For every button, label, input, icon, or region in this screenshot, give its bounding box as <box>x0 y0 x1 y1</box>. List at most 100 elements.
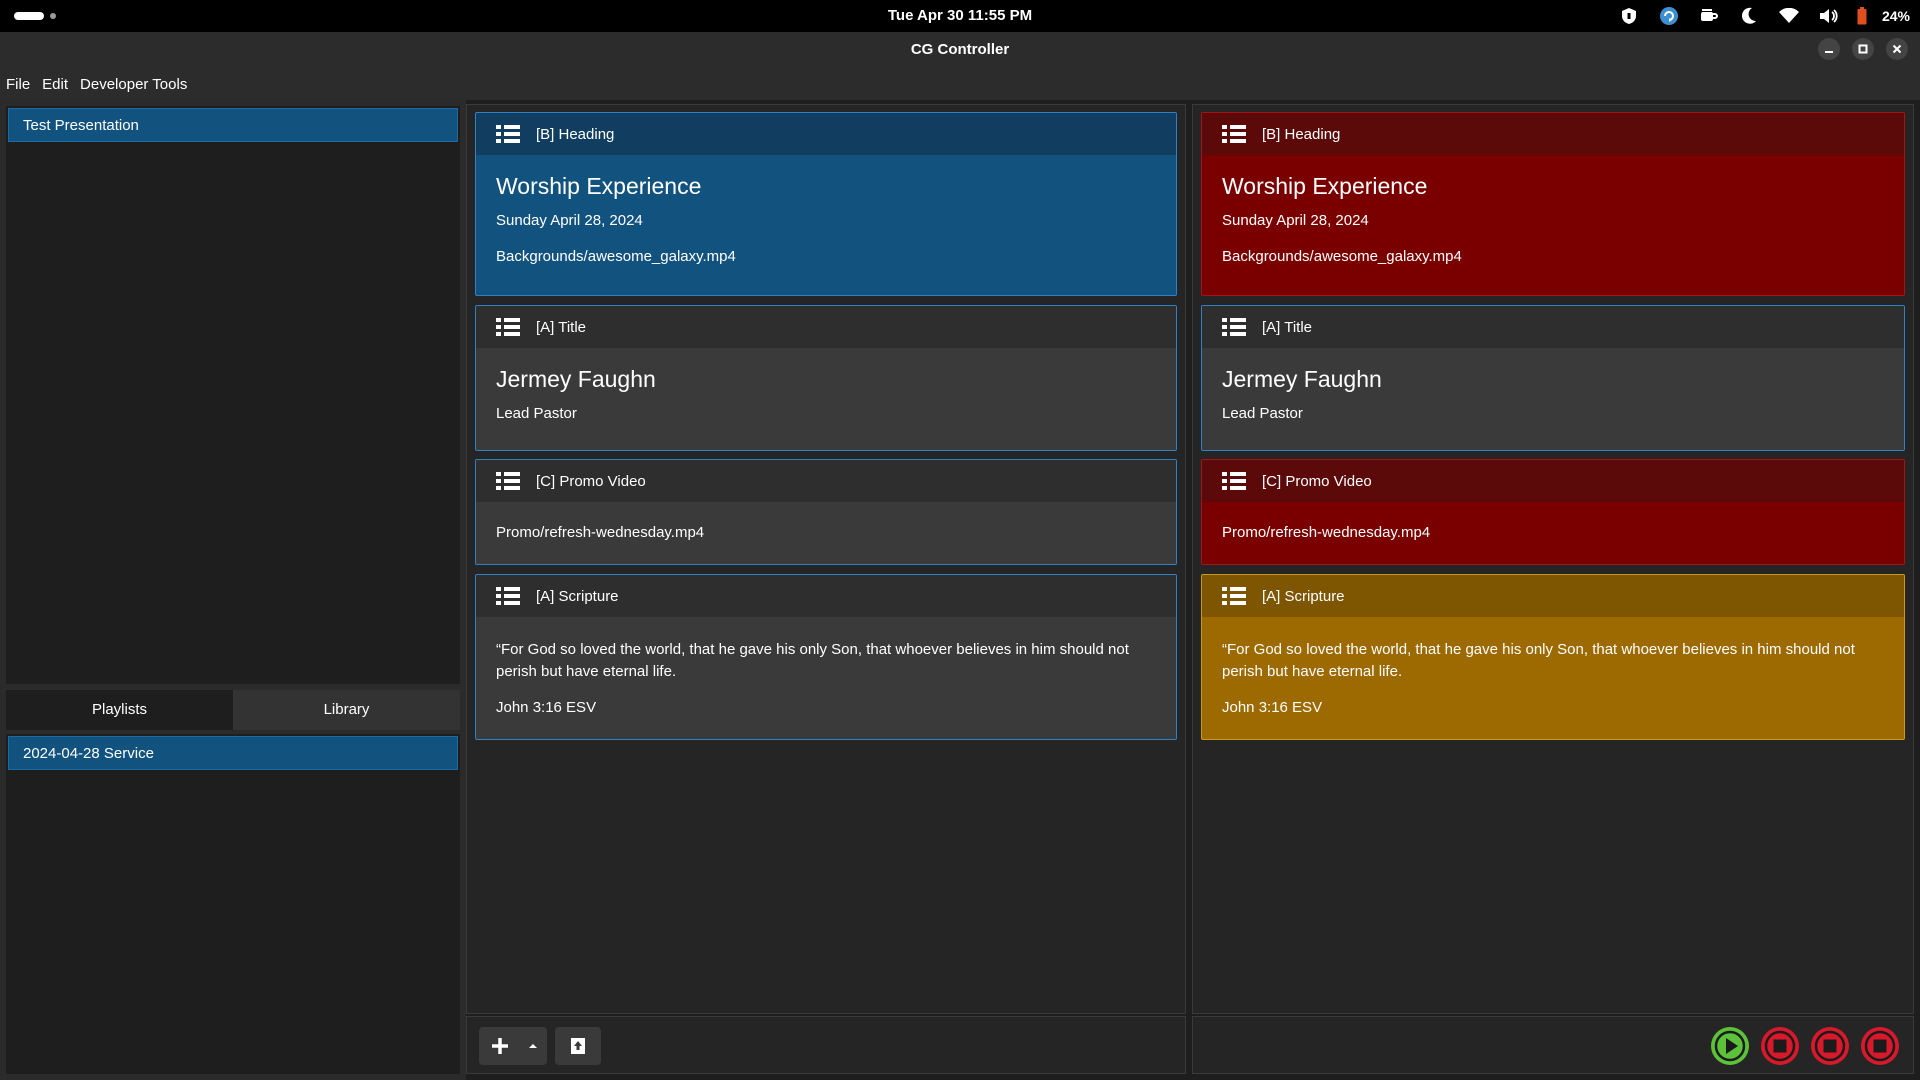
battery-percentage[interactable]: 24% <box>1882 8 1910 24</box>
card-header-label: [A] Title <box>1262 318 1313 336</box>
card-line: John 3:16 ESV <box>1222 699 1323 716</box>
card-line: “For God so loved the world, that he gav… <box>1222 641 1855 680</box>
play-button[interactable] <box>1711 1027 1749 1065</box>
card-line: Backgrounds/awesome_galaxy.mp4 <box>1222 248 1462 265</box>
card-header: [A] Scripture <box>1202 575 1904 617</box>
card-line: Sunday April 28, 2024 <box>1222 212 1369 229</box>
program-panel: [B] Heading Worship Experience Sunday Ap… <box>1192 104 1914 1014</box>
minimize-icon <box>1825 51 1833 53</box>
card-header-label: [C] Promo Video <box>1262 472 1372 490</box>
card-header: [C] Promo Video <box>1202 460 1904 502</box>
stop-button[interactable] <box>1761 1027 1799 1065</box>
presentation-item[interactable]: Test Presentation <box>8 108 458 142</box>
card-header: [B] Heading <box>476 113 1176 155</box>
play-icon <box>1714 1030 1746 1062</box>
preview-toolbar <box>466 1016 1186 1074</box>
add-cue-button[interactable] <box>479 1027 547 1065</box>
minimize-button[interactable] <box>1818 38 1840 60</box>
card-header: [B] Heading <box>1202 113 1904 155</box>
card-header-label: [A] Title <box>536 318 587 336</box>
card-header: [C] Promo Video <box>476 460 1176 502</box>
sidebar-tabs: Playlists Library <box>6 690 460 730</box>
card-header-label: [C] Promo Video <box>536 472 646 490</box>
card-line: Sunday April 28, 2024 <box>496 212 643 229</box>
menu-developer-tools[interactable]: Developer Tools <box>80 74 187 95</box>
maximize-button[interactable] <box>1852 38 1874 60</box>
preview-card-promo-video[interactable]: [C] Promo Video Promo/refresh-wednesday.… <box>475 459 1177 565</box>
list-icon[interactable] <box>496 472 520 490</box>
menu-edit[interactable]: Edit <box>42 74 68 95</box>
card-line: Lead Pastor <box>1222 405 1303 422</box>
card-header-label: [B] Heading <box>536 125 615 143</box>
card-header-label: [A] Scripture <box>1262 587 1345 605</box>
upload-icon <box>571 1038 585 1054</box>
preview-card-scripture[interactable]: [A] Scripture “For God so loved the worl… <box>475 574 1177 740</box>
card-line: Lead Pastor <box>496 405 577 422</box>
card-line: Promo/refresh-wednesday.mp4 <box>1222 524 1431 541</box>
playback-controls <box>1711 1027 1899 1065</box>
stop-button[interactable] <box>1811 1027 1849 1065</box>
program-card-title[interactable]: [A] Title Jermey Faughn Lead Pastor <box>1201 305 1905 451</box>
preview-panel: [B] Heading Worship Experience Sunday Ap… <box>466 104 1186 1014</box>
tab-library[interactable]: Library <box>233 690 460 730</box>
stop-icon <box>1814 1030 1846 1062</box>
activities-indicator[interactable] <box>14 12 56 20</box>
close-button[interactable] <box>1886 38 1908 60</box>
list-icon[interactable] <box>1222 472 1246 490</box>
card-line: Promo/refresh-wednesday.mp4 <box>496 524 705 541</box>
stop-button[interactable] <box>1861 1027 1899 1065</box>
list-icon[interactable] <box>496 125 520 143</box>
caret-up-icon[interactable] <box>521 1027 545 1065</box>
card-line: “For God so loved the world, that he gav… <box>496 641 1129 680</box>
system-top-bar: Tue Apr 30 11:55 PM 24% <box>0 0 1920 32</box>
list-icon[interactable] <box>1222 587 1246 605</box>
list-icon[interactable] <box>496 318 520 336</box>
export-button[interactable] <box>555 1027 601 1065</box>
wifi-icon[interactable] <box>1776 5 1802 27</box>
maximize-icon <box>1858 44 1868 54</box>
card-header: [A] Title <box>476 306 1176 348</box>
card-line: John 3:16 ESV <box>496 699 597 716</box>
card-title: Jermey Faughn <box>1222 366 1382 392</box>
close-icon <box>1892 44 1902 54</box>
sidebar: Test Presentation Playlists Library 2024… <box>0 100 466 1080</box>
preview-card-heading[interactable]: [B] Heading Worship Experience Sunday Ap… <box>475 112 1177 296</box>
card-title: Jermey Faughn <box>496 366 656 392</box>
card-header-label: [B] Heading <box>1262 125 1341 143</box>
stop-icon <box>1864 1030 1896 1062</box>
list-icon[interactable] <box>1222 125 1246 143</box>
window-title: CG Controller <box>910 41 1010 58</box>
program-card-scripture[interactable]: [A] Scripture “For God so loved the worl… <box>1201 574 1905 740</box>
menubar: File Edit Developer Tools <box>0 68 1920 100</box>
presentation-list[interactable]: Test Presentation <box>6 106 460 684</box>
workspace-active-pill <box>14 12 44 20</box>
card-line: Backgrounds/awesome_galaxy.mp4 <box>496 248 736 265</box>
program-toolbar <box>1192 1016 1914 1074</box>
volume-icon[interactable] <box>1816 5 1842 27</box>
list-icon[interactable] <box>496 587 520 605</box>
battery-icon[interactable] <box>1856 5 1868 27</box>
card-title: Worship Experience <box>1222 173 1428 199</box>
window-controls <box>1818 38 1908 60</box>
coffee-icon[interactable] <box>1696 5 1722 27</box>
system-tray[interactable]: 24% <box>1616 0 1910 32</box>
tab-playlists[interactable]: Playlists <box>6 690 233 730</box>
program-card-heading[interactable]: [B] Heading Worship Experience Sunday Ap… <box>1201 112 1905 296</box>
plus-icon[interactable] <box>479 1027 521 1065</box>
workspace-dot <box>50 13 56 19</box>
update-icon[interactable] <box>1656 5 1682 27</box>
card-header: [A] Scripture <box>476 575 1176 617</box>
card-header-label: [A] Scripture <box>536 587 619 605</box>
playlist-item[interactable]: 2024-04-28 Service <box>8 736 458 770</box>
playlist-list[interactable]: 2024-04-28 Service <box>6 734 460 1074</box>
shield-icon[interactable] <box>1616 5 1642 27</box>
preview-card-title[interactable]: [A] Title Jermey Faughn Lead Pastor <box>475 305 1177 451</box>
stop-icon <box>1764 1030 1796 1062</box>
card-header: [A] Title <box>1202 306 1904 348</box>
list-icon[interactable] <box>1222 318 1246 336</box>
card-title: Worship Experience <box>496 173 702 199</box>
night-light-icon[interactable] <box>1736 5 1762 27</box>
program-card-promo-video[interactable]: [C] Promo Video Promo/refresh-wednesday.… <box>1201 459 1905 565</box>
window-titlebar[interactable]: CG Controller <box>0 32 1920 68</box>
menu-file[interactable]: File <box>6 74 30 95</box>
